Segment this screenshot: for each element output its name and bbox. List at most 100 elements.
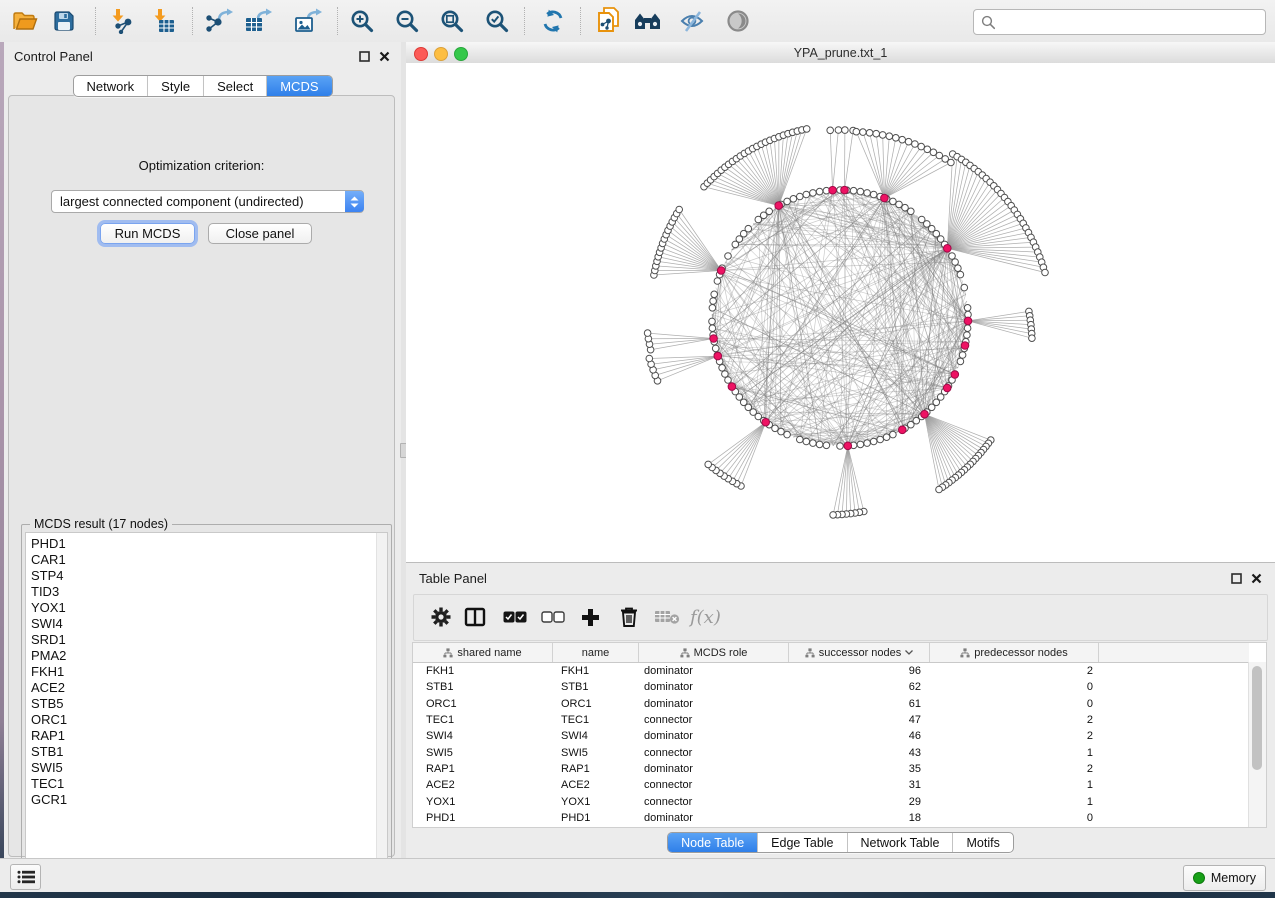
leaf-node[interactable] (1042, 269, 1049, 276)
mcds-result-item[interactable]: FKH1 (26, 664, 376, 680)
mcds-result-list[interactable]: PHD1CAR1STP4TID3YOX1SWI4SRD1PMA2FKH1ACE2… (25, 532, 388, 892)
ring-node[interactable] (816, 188, 823, 195)
ring-node[interactable] (964, 325, 971, 332)
tab-network-table[interactable]: Network Table (847, 833, 953, 852)
mcds-result-item[interactable]: GCR1 (26, 792, 376, 808)
cell-predecessor_nodes[interactable]: 0 (930, 681, 1099, 693)
tab-motifs[interactable]: Motifs (952, 833, 1012, 852)
hide-selected-icon[interactable] (678, 6, 708, 36)
table-options-icon[interactable] (430, 604, 452, 630)
leaf-node[interactable] (827, 127, 834, 134)
column-header-shared-name[interactable]: shared name (413, 643, 553, 662)
cell-name[interactable]: FKH1 (553, 665, 639, 677)
ring-node[interactable] (710, 298, 717, 305)
tab-node-table[interactable]: Node Table (668, 833, 757, 852)
cell-successor_nodes[interactable]: 46 (789, 730, 930, 742)
close-panel-icon[interactable] (378, 50, 391, 63)
cell-predecessor_nodes[interactable]: 2 (930, 730, 1099, 742)
delete-table-icon[interactable] (654, 604, 680, 630)
ring-node[interactable] (870, 438, 877, 445)
ring-node[interactable] (890, 431, 897, 438)
leaf-node[interactable] (842, 127, 849, 134)
cell-name[interactable]: SWI5 (553, 747, 639, 759)
cell-mcds_role[interactable]: connector (639, 747, 789, 759)
leaf-node[interactable] (646, 355, 653, 362)
leaf-node[interactable] (676, 206, 683, 213)
ring-node[interactable] (964, 305, 971, 312)
ring-node[interactable] (908, 208, 915, 215)
ring-node[interactable] (709, 325, 716, 332)
search-input[interactable] (996, 15, 1265, 30)
ring-node[interactable] (957, 271, 964, 278)
mcds-result-item[interactable]: STB5 (26, 696, 376, 712)
show-all-icon[interactable] (723, 6, 753, 36)
mcds-result-item[interactable]: TEC1 (26, 776, 376, 792)
deselect-all-icon[interactable] (541, 604, 565, 630)
ring-node[interactable] (883, 434, 890, 441)
leaf-node[interactable] (1029, 335, 1036, 342)
mcds-result-item[interactable]: SWI4 (26, 616, 376, 632)
ring-node[interactable] (896, 201, 903, 208)
function-builder-icon[interactable]: f(x) (690, 604, 721, 630)
cell-successor_nodes[interactable]: 96 (789, 665, 930, 677)
mcds-node[interactable] (944, 245, 952, 253)
mcds-result-item[interactable]: CAR1 (26, 552, 376, 568)
zoom-in-icon[interactable] (347, 6, 377, 36)
mcds-result-item[interactable]: ACE2 (26, 680, 376, 696)
export-table-icon[interactable] (243, 6, 273, 36)
column-header-predecessor-nodes[interactable]: predecessor nodes (930, 643, 1099, 662)
cell-shared_name[interactable]: PHD1 (413, 812, 553, 824)
select-all-icon[interactable] (503, 604, 527, 630)
leaf-node[interactable] (644, 330, 651, 337)
mcds-result-item[interactable]: STP4 (26, 568, 376, 584)
mcds-node[interactable] (829, 186, 837, 194)
mcds-result-item[interactable]: PHD1 (26, 536, 376, 552)
leaf-node[interactable] (803, 126, 810, 133)
ring-node[interactable] (711, 291, 718, 298)
column-header-successor-nodes[interactable]: successor nodes (789, 643, 930, 662)
memory-button[interactable]: Memory (1183, 865, 1266, 891)
ring-node[interactable] (857, 188, 864, 195)
cell-mcds_role[interactable]: dominator (639, 681, 789, 693)
float-table-panel-icon[interactable] (1230, 572, 1243, 585)
mcds-result-item[interactable]: RAP1 (26, 728, 376, 744)
ring-node[interactable] (810, 190, 817, 197)
cell-predecessor_nodes[interactable]: 2 (930, 763, 1099, 775)
ring-node[interactable] (797, 436, 804, 443)
table-row[interactable]: SWI4SWI4dominator462 (413, 728, 1249, 744)
mcds-node[interactable] (844, 442, 852, 450)
ring-node[interactable] (778, 428, 785, 435)
mcds-result-item[interactable]: YOX1 (26, 600, 376, 616)
zoom-fit-icon[interactable] (437, 6, 467, 36)
table-row[interactable]: SWI5SWI5connector431 (413, 744, 1249, 760)
cell-shared_name[interactable]: SWI4 (413, 730, 553, 742)
cell-name[interactable]: YOX1 (553, 796, 639, 808)
find-neighbors-icon[interactable] (633, 6, 663, 36)
cell-name[interactable]: RAP1 (553, 763, 639, 775)
ring-node[interactable] (745, 225, 752, 232)
tab-mcds[interactable]: MCDS (266, 76, 331, 96)
float-panel-icon[interactable] (358, 50, 371, 63)
cell-successor_nodes[interactable]: 43 (789, 747, 930, 759)
new-network-from-selection-icon[interactable] (593, 6, 623, 36)
cell-shared_name[interactable]: YOX1 (413, 796, 553, 808)
ring-node[interactable] (784, 198, 791, 205)
mcds-node[interactable] (964, 317, 972, 325)
close-panel-button[interactable]: Close panel (208, 223, 312, 244)
mcds-node[interactable] (841, 186, 849, 194)
ring-node[interactable] (803, 191, 810, 198)
tab-network[interactable]: Network (73, 76, 147, 96)
leaf-node[interactable] (905, 138, 912, 145)
mcds-node[interactable] (951, 371, 959, 379)
mcds-node[interactable] (943, 384, 951, 392)
ring-node[interactable] (803, 438, 810, 445)
leaf-node[interactable] (866, 130, 873, 137)
ring-node[interactable] (709, 318, 716, 325)
mcds-node[interactable] (899, 426, 907, 434)
refresh-icon[interactable] (538, 6, 568, 36)
table-row[interactable]: FKH1FKH1dominator962 (413, 663, 1249, 679)
ring-node[interactable] (709, 305, 716, 312)
cell-shared_name[interactable]: FKH1 (413, 665, 553, 677)
leaf-node[interactable] (853, 128, 860, 135)
leaf-node[interactable] (924, 146, 931, 153)
